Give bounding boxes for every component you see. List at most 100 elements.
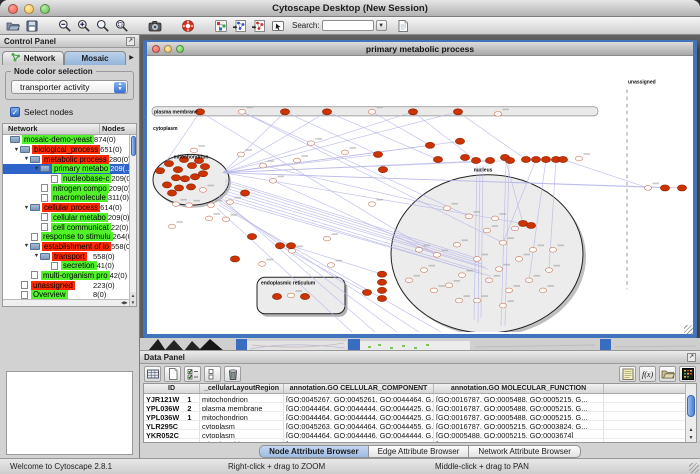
table-column-header[interactable]: annotation.GO MOLECULAR_FUNCTION	[434, 384, 604, 393]
tree-row[interactable]: ▼primary metabo209(...	[3, 164, 129, 174]
file-icon	[51, 262, 58, 270]
window-titlebar[interactable]: Cytoscape Desktop (New Session)	[0, 0, 700, 17]
tree-scroll-arrows[interactable]: ▲▼	[129, 292, 136, 306]
new-attribute-icon[interactable]	[164, 366, 181, 382]
select-nodes-checkbox[interactable]	[10, 107, 20, 117]
tab-network-attribute-browser[interactable]: Network Attribute Browser	[468, 445, 580, 458]
tab-mosaic[interactable]: Mosaic	[64, 51, 126, 65]
delete-attribute-icon[interactable]	[224, 366, 241, 382]
tree-row[interactable]: cell communicat22(0)	[3, 222, 129, 232]
network-view-window[interactable]: primary metabolic process plasma membran…	[143, 40, 697, 338]
table-row[interactable]: YJR121W__1mitochondrion[GO:0045267, GO:0…	[144, 394, 696, 403]
table-cell: YDR039C__1	[144, 439, 200, 443]
attribute-editor-icon[interactable]	[619, 366, 636, 382]
data-panel-title: Data Panel	[144, 353, 185, 362]
table-row[interactable]: YPL036W__2plasma membrane[GO:0044464, GO…	[144, 403, 696, 412]
tree-row[interactable]: unassigned223(0)	[3, 280, 129, 290]
table-row[interactable]: YKR052Ccytoplasm[GO:0044464, GO:0044446,…	[144, 430, 696, 439]
zoom-fit-icon[interactable]	[114, 18, 130, 33]
tab-overflow-arrow[interactable]: ▶	[126, 51, 137, 65]
unselect-attributes-icon[interactable]	[204, 366, 221, 382]
zoom-in-icon[interactable]	[76, 18, 92, 33]
float-panel-icon[interactable]: ↗	[126, 37, 135, 46]
table-column-header[interactable]: ID	[144, 384, 200, 393]
import-network-blue-icon[interactable]	[232, 18, 248, 33]
tree-row[interactable]: multi-organism pro42(0)	[3, 271, 129, 281]
tree-vertical-scrollbar[interactable]	[129, 135, 136, 299]
tab-network[interactable]: Network	[2, 51, 64, 65]
maximize-icon[interactable]	[176, 45, 184, 53]
select-attributes-icon[interactable]	[184, 366, 201, 382]
expand-arrow-icon[interactable]: ▼	[13, 147, 20, 153]
tree-row[interactable]: ▼establishment of lo558(0)	[3, 242, 129, 252]
search-dropdown-icon[interactable]: ▼	[376, 20, 387, 31]
function-builder-icon[interactable]: f(x)	[639, 366, 656, 382]
expand-arrow-icon[interactable]: ▼	[23, 205, 30, 211]
tree-col-network[interactable]: Network	[3, 124, 100, 134]
window-title: Cytoscape Desktop (New Session)	[0, 3, 700, 14]
table-column-header[interactable]: annotation.GO CELLULAR_COMPONENT	[284, 384, 434, 393]
zoom-out-icon[interactable]	[57, 18, 73, 33]
network-view-titlebar[interactable]: primary metabolic process	[147, 42, 693, 56]
tree-row[interactable]: secretion41(0)	[3, 261, 129, 271]
minimize-icon[interactable]	[164, 45, 172, 53]
window-controls[interactable]	[8, 4, 50, 14]
attribute-matrix-icon[interactable]	[144, 366, 161, 382]
zoom-button[interactable]	[40, 4, 50, 14]
window-resize-grip[interactable]	[689, 463, 699, 473]
table-row[interactable]: YLR295Ccytoplasm[GO:0045263, GO:0044464,…	[144, 421, 696, 430]
frame-resize-grip[interactable]	[684, 325, 693, 334]
tree-row[interactable]: ▼biological_process651(0)	[3, 145, 129, 155]
table-column-header[interactable]: _cellularLayoutRegion	[200, 384, 284, 393]
control-panel-title: Control Panel	[4, 37, 56, 46]
tree-row[interactable]: macromolecule311(0)	[3, 193, 129, 203]
background-windows-strip[interactable]	[140, 338, 700, 350]
network-overview-panel[interactable]	[6, 371, 133, 455]
network-canvas[interactable]: plasma membranecytoplasmmitochondrionnuc…	[147, 56, 693, 334]
tree-row-label: cellular process	[42, 203, 100, 212]
expand-arrow-icon[interactable]: ▼	[33, 253, 40, 259]
import-attributes-icon[interactable]	[659, 366, 676, 382]
snapshot-camera-icon[interactable]	[147, 18, 163, 33]
network-view-window-controls[interactable]	[152, 45, 184, 53]
annotation-select-icon[interactable]	[270, 18, 286, 33]
tree-row[interactable]: ▼cellular process614(0)	[3, 203, 129, 213]
import-network-red-icon[interactable]	[251, 18, 267, 33]
float-data-panel-icon[interactable]: ↗	[687, 353, 696, 362]
table-cell: mitochondrion	[200, 412, 284, 420]
tree-horizontal-scrollbar[interactable]: ◀▶	[3, 299, 129, 306]
tree-row[interactable]: response to stimulu264(0)	[3, 232, 129, 242]
table-cell: [GO:0045263, GO:0044464, GO:0044455, G..…	[284, 421, 434, 429]
tree-row[interactable]: ▼transport558(0)	[3, 251, 129, 261]
tree-row[interactable]: nucleobase-c209(0)	[3, 174, 129, 184]
open-session-icon[interactable]	[5, 18, 21, 33]
attribute-batch-icon[interactable]	[679, 366, 696, 382]
folder-icon	[40, 165, 50, 172]
tree-row[interactable]: ▼metabolic process280(0)	[3, 154, 129, 164]
close-button[interactable]	[8, 4, 18, 14]
tree-row[interactable]: Overview8(0)	[3, 290, 129, 299]
tree-col-nodes[interactable]: Nodes	[100, 124, 136, 134]
vizmapper-icon[interactable]	[213, 18, 229, 33]
tab-edge-attribute-browser[interactable]: Edge Attribute Browser	[368, 445, 470, 458]
expand-arrow-icon[interactable]: ▼	[23, 156, 30, 162]
tree-row[interactable]: nitrogen compo209(0)	[3, 183, 129, 193]
status-bar: Welcome to Cytoscape 2.8.1 Right-click +…	[0, 458, 700, 474]
minimize-button[interactable]	[24, 4, 34, 14]
table-vertical-scrollbar[interactable]: ▲ ▼	[685, 384, 696, 442]
expand-arrow-icon[interactable]: ▼	[33, 166, 40, 172]
tree-row-node-count: 558(0)	[93, 252, 129, 261]
tree-row[interactable]: cellular metabo209(0)	[3, 213, 129, 223]
zoom-selected-region-icon[interactable]	[95, 18, 111, 33]
help-lifesaver-icon[interactable]	[180, 18, 196, 33]
expand-arrow-icon[interactable]: ▼	[23, 243, 30, 249]
table-row[interactable]: YDR039C__1mitochondrion[GO:0044464, GO:0…	[144, 439, 696, 443]
table-row[interactable]: YPL036W__1mitochondrion[GO:0044464, GO:0…	[144, 412, 696, 421]
close-icon[interactable]	[152, 45, 160, 53]
save-session-icon[interactable]	[24, 18, 40, 33]
new-document-icon[interactable]	[395, 18, 411, 33]
tree-row[interactable]: mosaic-demo-yeast874(0)	[3, 135, 129, 145]
search-input[interactable]	[322, 20, 374, 31]
tab-node-attribute-browser[interactable]: Node Attribute Browser	[259, 445, 369, 458]
node-color-dropdown[interactable]: transporter activity ▲▼	[11, 80, 128, 94]
